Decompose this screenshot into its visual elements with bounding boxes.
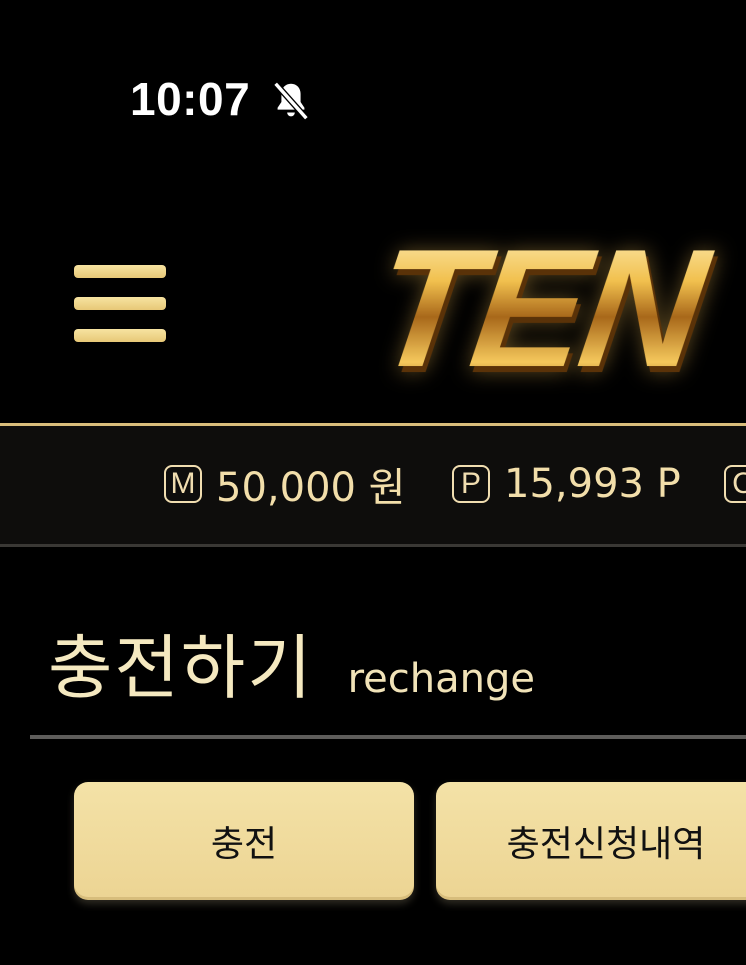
point-icon: P	[452, 465, 490, 503]
page-heading: 충전하기 rechange	[48, 612, 535, 713]
clock: 10:07	[130, 73, 251, 125]
status-bar: 10:07	[0, 0, 746, 200]
bell-off-icon	[273, 81, 309, 121]
point-balance: P 15,993 P	[452, 456, 681, 512]
point-balance-value: 15,993 P	[504, 461, 681, 507]
coupon-balance: C	[724, 456, 746, 512]
money-balance-value: 50,000 원	[216, 465, 406, 511]
tab-charge-history[interactable]: 충전신청내역	[436, 782, 746, 900]
money-icon: M	[164, 465, 202, 503]
logo[interactable]: TEN	[363, 214, 746, 402]
money-balance: M 50,000 원	[164, 456, 405, 512]
page-title: 충전하기	[48, 627, 314, 709]
coupon-icon: C	[724, 465, 746, 503]
hamburger-menu-icon[interactable]	[74, 265, 166, 345]
tab-charge[interactable]: 충전	[74, 782, 414, 900]
title-divider	[30, 735, 746, 739]
balance-bar: M 50,000 원 P 15,993 P C	[0, 426, 746, 547]
header: TEN	[0, 200, 746, 425]
page-subtitle: rechange	[347, 656, 535, 702]
